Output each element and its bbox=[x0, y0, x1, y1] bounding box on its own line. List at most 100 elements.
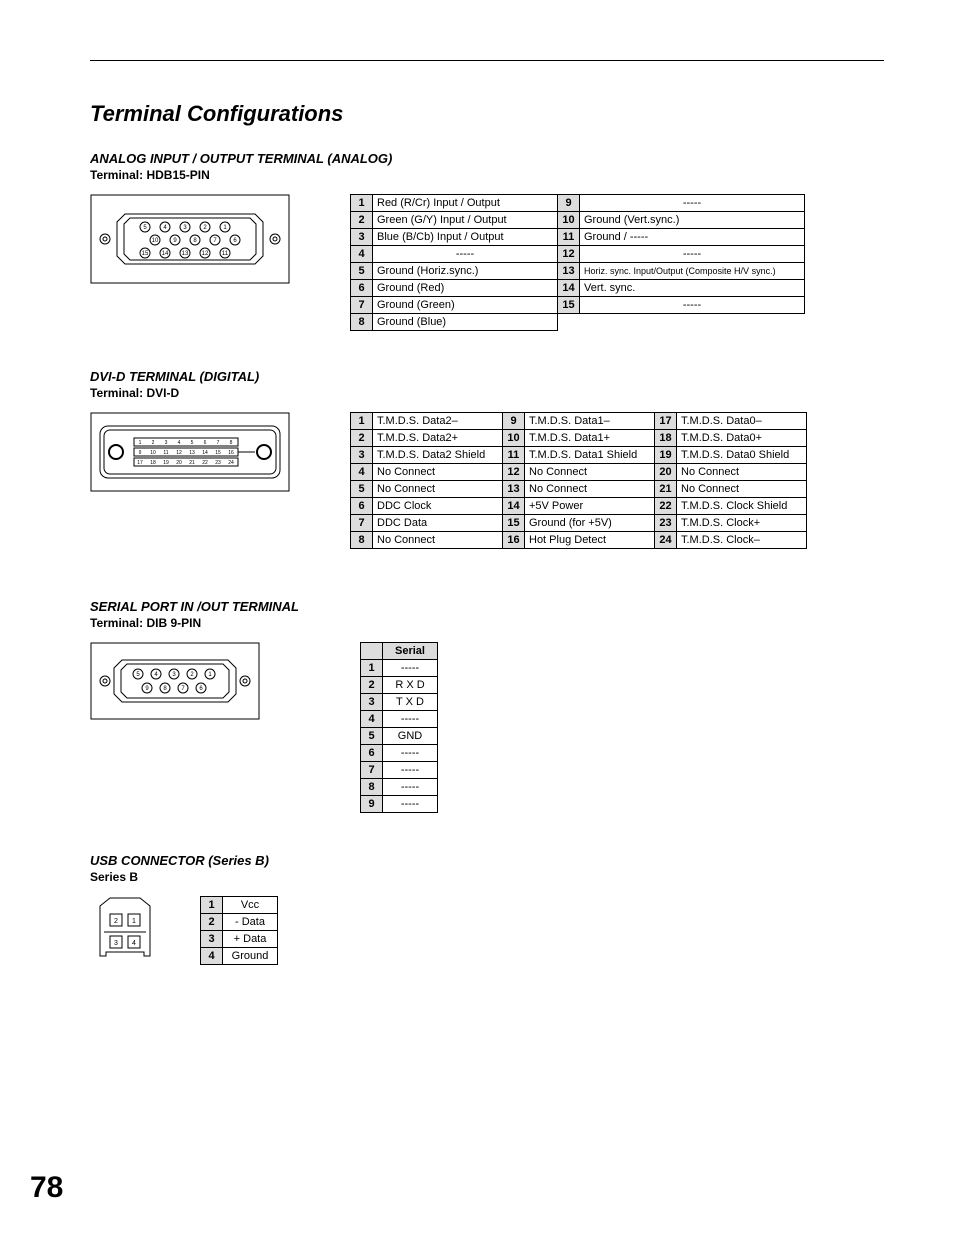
pin-num: 6 bbox=[351, 498, 373, 515]
pin-desc: + Data bbox=[223, 931, 278, 948]
svg-text:3: 3 bbox=[172, 672, 176, 678]
pin-num: 3 bbox=[351, 229, 373, 246]
hdb15-connector-diagram: 5 4 3 2 1 10 9 8 7 6 15 14 13 12 11 bbox=[90, 194, 290, 284]
pin-desc: ----- bbox=[580, 246, 805, 263]
pin-num: 4 bbox=[351, 246, 373, 263]
pin-desc: T.M.D.S. Data2– bbox=[373, 413, 503, 430]
pin-num: 24 bbox=[655, 532, 677, 549]
svg-text:16: 16 bbox=[228, 450, 234, 456]
pin-desc: ----- bbox=[580, 297, 805, 314]
svg-text:19: 19 bbox=[163, 460, 169, 466]
usb-section: USB CONNECTOR (Series B) Series B 2 1 3 … bbox=[90, 853, 884, 966]
svg-text:1: 1 bbox=[132, 918, 136, 925]
pin-num: 4 bbox=[201, 948, 223, 965]
analog-pin-table: 1 Red (R/Cr) Input / Output 9 ----- 2 Gr… bbox=[350, 194, 884, 331]
pin-desc: No Connect bbox=[677, 481, 807, 498]
pin-num: 19 bbox=[655, 447, 677, 464]
svg-text:12: 12 bbox=[202, 251, 209, 257]
top-rule bbox=[90, 60, 884, 61]
svg-text:7: 7 bbox=[217, 440, 220, 446]
pin-num: 5 bbox=[351, 481, 373, 498]
pin-desc: +5V Power bbox=[525, 498, 655, 515]
page-number: 78 bbox=[30, 1171, 63, 1205]
pin-desc: No Connect bbox=[525, 464, 655, 481]
pin-desc: Vert. sync. bbox=[580, 280, 805, 297]
pin-num: 23 bbox=[655, 515, 677, 532]
pin-desc: Hot Plug Detect bbox=[525, 532, 655, 549]
pin-desc: T.M.D.S. Data1 Shield bbox=[525, 447, 655, 464]
pin-num: 18 bbox=[655, 430, 677, 447]
svg-text:7: 7 bbox=[181, 686, 185, 692]
page: Terminal Configurations ANALOG INPUT / O… bbox=[0, 0, 954, 1235]
pin-desc: Blue (B/Cb) Input / Output bbox=[373, 229, 558, 246]
svg-text:4: 4 bbox=[163, 225, 167, 231]
svg-text:11: 11 bbox=[163, 450, 168, 456]
pin-desc: T.M.D.S. Clock+ bbox=[677, 515, 807, 532]
pin-num: 14 bbox=[558, 280, 580, 297]
pin-num: 9 bbox=[361, 796, 383, 813]
svg-text:6: 6 bbox=[204, 440, 207, 446]
pin-desc: T.M.D.S. Data1– bbox=[525, 413, 655, 430]
pin-num: 1 bbox=[351, 195, 373, 212]
pin-num: 1 bbox=[201, 897, 223, 914]
pin-num: 8 bbox=[361, 779, 383, 796]
svg-text:3: 3 bbox=[165, 440, 168, 446]
pin-desc: ----- bbox=[580, 195, 805, 212]
pin-num: 15 bbox=[558, 297, 580, 314]
pin-desc: Horiz. sync. Input/Output (Composite H/V… bbox=[580, 263, 805, 280]
analog-section: ANALOG INPUT / OUTPUT TERMINAL (ANALOG) … bbox=[90, 151, 884, 331]
pin-num: 2 bbox=[351, 430, 373, 447]
pin-desc: T X D bbox=[383, 694, 438, 711]
pin-num: 2 bbox=[361, 677, 383, 694]
pin-num: 10 bbox=[558, 212, 580, 229]
pin-desc: ----- bbox=[383, 796, 438, 813]
pin-desc: Ground (for +5V) bbox=[525, 515, 655, 532]
pin-desc: T.M.D.S. Data0 Shield bbox=[677, 447, 807, 464]
serial-section: SERIAL PORT IN /OUT TERMINAL Terminal: D… bbox=[90, 599, 884, 813]
svg-text:2: 2 bbox=[203, 225, 207, 231]
svg-text:14: 14 bbox=[162, 251, 169, 257]
svg-text:6: 6 bbox=[199, 686, 203, 692]
svg-text:17: 17 bbox=[137, 460, 143, 466]
svg-text:10: 10 bbox=[152, 238, 159, 244]
pin-desc: T.M.D.S. Data1+ bbox=[525, 430, 655, 447]
pin-desc: Ground (Green) bbox=[373, 297, 558, 314]
svg-text:18: 18 bbox=[150, 460, 156, 466]
svg-text:8: 8 bbox=[193, 238, 197, 244]
pin-num: 9 bbox=[558, 195, 580, 212]
pin-num: 7 bbox=[351, 515, 373, 532]
usb-pin-table: 1Vcc2- Data3+ Data4Ground bbox=[200, 896, 884, 965]
pin-num: 21 bbox=[655, 481, 677, 498]
svg-text:2: 2 bbox=[190, 672, 194, 678]
serial-subheading: Terminal: DIB 9-PIN bbox=[90, 616, 884, 630]
pin-num: 16 bbox=[503, 532, 525, 549]
svg-text:9: 9 bbox=[173, 238, 177, 244]
svg-text:4: 4 bbox=[178, 440, 181, 446]
svg-text:23: 23 bbox=[215, 460, 221, 466]
svg-text:8: 8 bbox=[230, 440, 233, 446]
pin-desc: Vcc bbox=[223, 897, 278, 914]
pin-desc: ----- bbox=[383, 779, 438, 796]
pin-num: 14 bbox=[503, 498, 525, 515]
pin-num: 3 bbox=[201, 931, 223, 948]
pin-num: 20 bbox=[655, 464, 677, 481]
usb-subheading: Series B bbox=[90, 870, 884, 884]
svg-text:8: 8 bbox=[163, 686, 167, 692]
pin-num: 1 bbox=[351, 413, 373, 430]
svg-text:12: 12 bbox=[176, 450, 182, 456]
pin-desc: No Connect bbox=[373, 481, 503, 498]
pin-num: 22 bbox=[655, 498, 677, 515]
page-title: Terminal Configurations bbox=[90, 101, 884, 127]
pin-num: 5 bbox=[351, 263, 373, 280]
svg-text:1: 1 bbox=[223, 225, 227, 231]
pin-num: 13 bbox=[558, 263, 580, 280]
pin-desc: DDC Clock bbox=[373, 498, 503, 515]
pin-num: 8 bbox=[351, 314, 373, 331]
serial-connector-diagram: 5 4 3 2 1 9 8 7 6 bbox=[90, 642, 260, 720]
usb-heading: USB CONNECTOR (Series B) bbox=[90, 853, 884, 868]
pin-desc: T.M.D.S. Data0+ bbox=[677, 430, 807, 447]
svg-text:9: 9 bbox=[145, 686, 149, 692]
svg-text:4: 4 bbox=[154, 672, 158, 678]
svg-text:24: 24 bbox=[228, 460, 234, 466]
serial-header: Serial bbox=[383, 643, 438, 660]
